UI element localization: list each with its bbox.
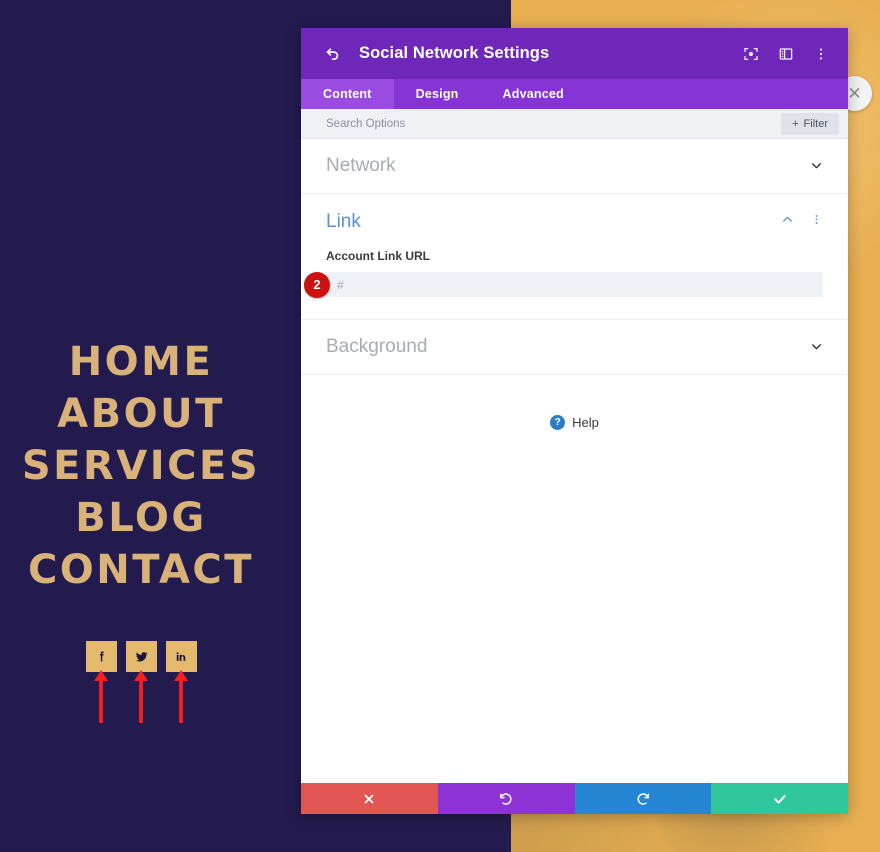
section-background[interactable]: Background	[301, 320, 848, 375]
nav-item-home[interactable]: HOME	[0, 336, 282, 388]
chevron-down-icon[interactable]	[810, 159, 823, 174]
back-arrow-icon[interactable]	[321, 43, 343, 65]
twitter-icon	[133, 648, 150, 665]
help-icon: ?	[550, 415, 566, 430]
social-icons-row	[0, 641, 282, 672]
section-network[interactable]: Network	[301, 139, 848, 194]
focus-mode-icon[interactable]	[742, 45, 760, 63]
redo-icon	[635, 791, 651, 807]
modal-footer	[301, 783, 848, 814]
nav-item-contact[interactable]: CONTACT	[0, 544, 282, 596]
redo-button[interactable]	[574, 783, 712, 814]
chevron-up-icon[interactable]	[781, 213, 794, 231]
help-row[interactable]: ? Help	[301, 375, 848, 430]
modal-tabs: Content Design Advanced	[301, 79, 848, 109]
annotation-arrow-2	[126, 670, 157, 723]
section-link-title: Link	[326, 210, 361, 232]
account-link-url-input[interactable]	[326, 272, 823, 297]
section-more-options-icon[interactable]	[810, 213, 823, 231]
tab-design[interactable]: Design	[394, 79, 481, 109]
save-button[interactable]	[711, 783, 848, 814]
search-input[interactable]	[326, 117, 626, 130]
section-link: Link Account Link URL # 2	[301, 194, 848, 320]
annotation-arrow-3	[166, 670, 197, 723]
nav-item-about[interactable]: ABOUT	[0, 388, 282, 440]
facebook-icon	[94, 649, 109, 664]
section-link-tools	[781, 213, 823, 231]
nav-item-blog[interactable]: BLOG	[0, 492, 282, 544]
undo-icon	[498, 791, 514, 807]
plus-icon: +	[792, 118, 799, 130]
account-link-url-label: Account Link URL	[326, 249, 430, 263]
layout-columns-icon[interactable]	[777, 45, 795, 63]
modal-body: Network Link Account Link URL # 2 Backgr…	[301, 139, 848, 783]
tab-advanced[interactable]: Advanced	[481, 79, 586, 109]
social-link-twitter[interactable]	[125, 641, 157, 672]
site-nav-menu: HOME ABOUT SERVICES BLOG CONTACT	[0, 336, 282, 596]
social-network-settings-modal: Social Network Settings Content Design A…	[301, 28, 848, 814]
social-link-linkedin[interactable]	[165, 641, 197, 672]
account-link-url-field-wrap: 2	[304, 271, 823, 298]
close-icon: ✕	[847, 83, 862, 103]
step-badge-2: 2	[304, 271, 330, 298]
modal-header: Social Network Settings	[301, 28, 848, 79]
modal-title: Social Network Settings	[359, 44, 550, 62]
annotation-arrow-1	[86, 670, 117, 723]
cancel-button[interactable]	[301, 783, 438, 814]
chevron-down-icon[interactable]	[810, 340, 823, 355]
annotation-arrows	[0, 670, 282, 723]
linkedin-icon	[174, 649, 189, 664]
nav-item-services[interactable]: SERVICES	[0, 440, 282, 492]
check-icon	[772, 791, 788, 807]
social-link-facebook[interactable]	[85, 641, 117, 672]
filter-button[interactable]: + Filter	[781, 113, 839, 135]
search-options-row: + Filter	[301, 109, 848, 139]
modal-header-tools	[742, 45, 830, 63]
help-label: Help	[572, 415, 599, 430]
undo-button[interactable]	[437, 783, 575, 814]
section-network-title: Network	[326, 155, 396, 176]
filter-label: Filter	[803, 118, 828, 130]
more-options-icon[interactable]	[812, 45, 830, 63]
close-x-icon	[362, 792, 376, 806]
section-background-title: Background	[326, 336, 428, 357]
section-link-header[interactable]: Link	[326, 194, 823, 249]
screen-root: HOME ABOUT SERVICES BLOG CONTACT ✕ Socia…	[0, 0, 880, 852]
tab-content[interactable]: Content	[301, 79, 394, 109]
